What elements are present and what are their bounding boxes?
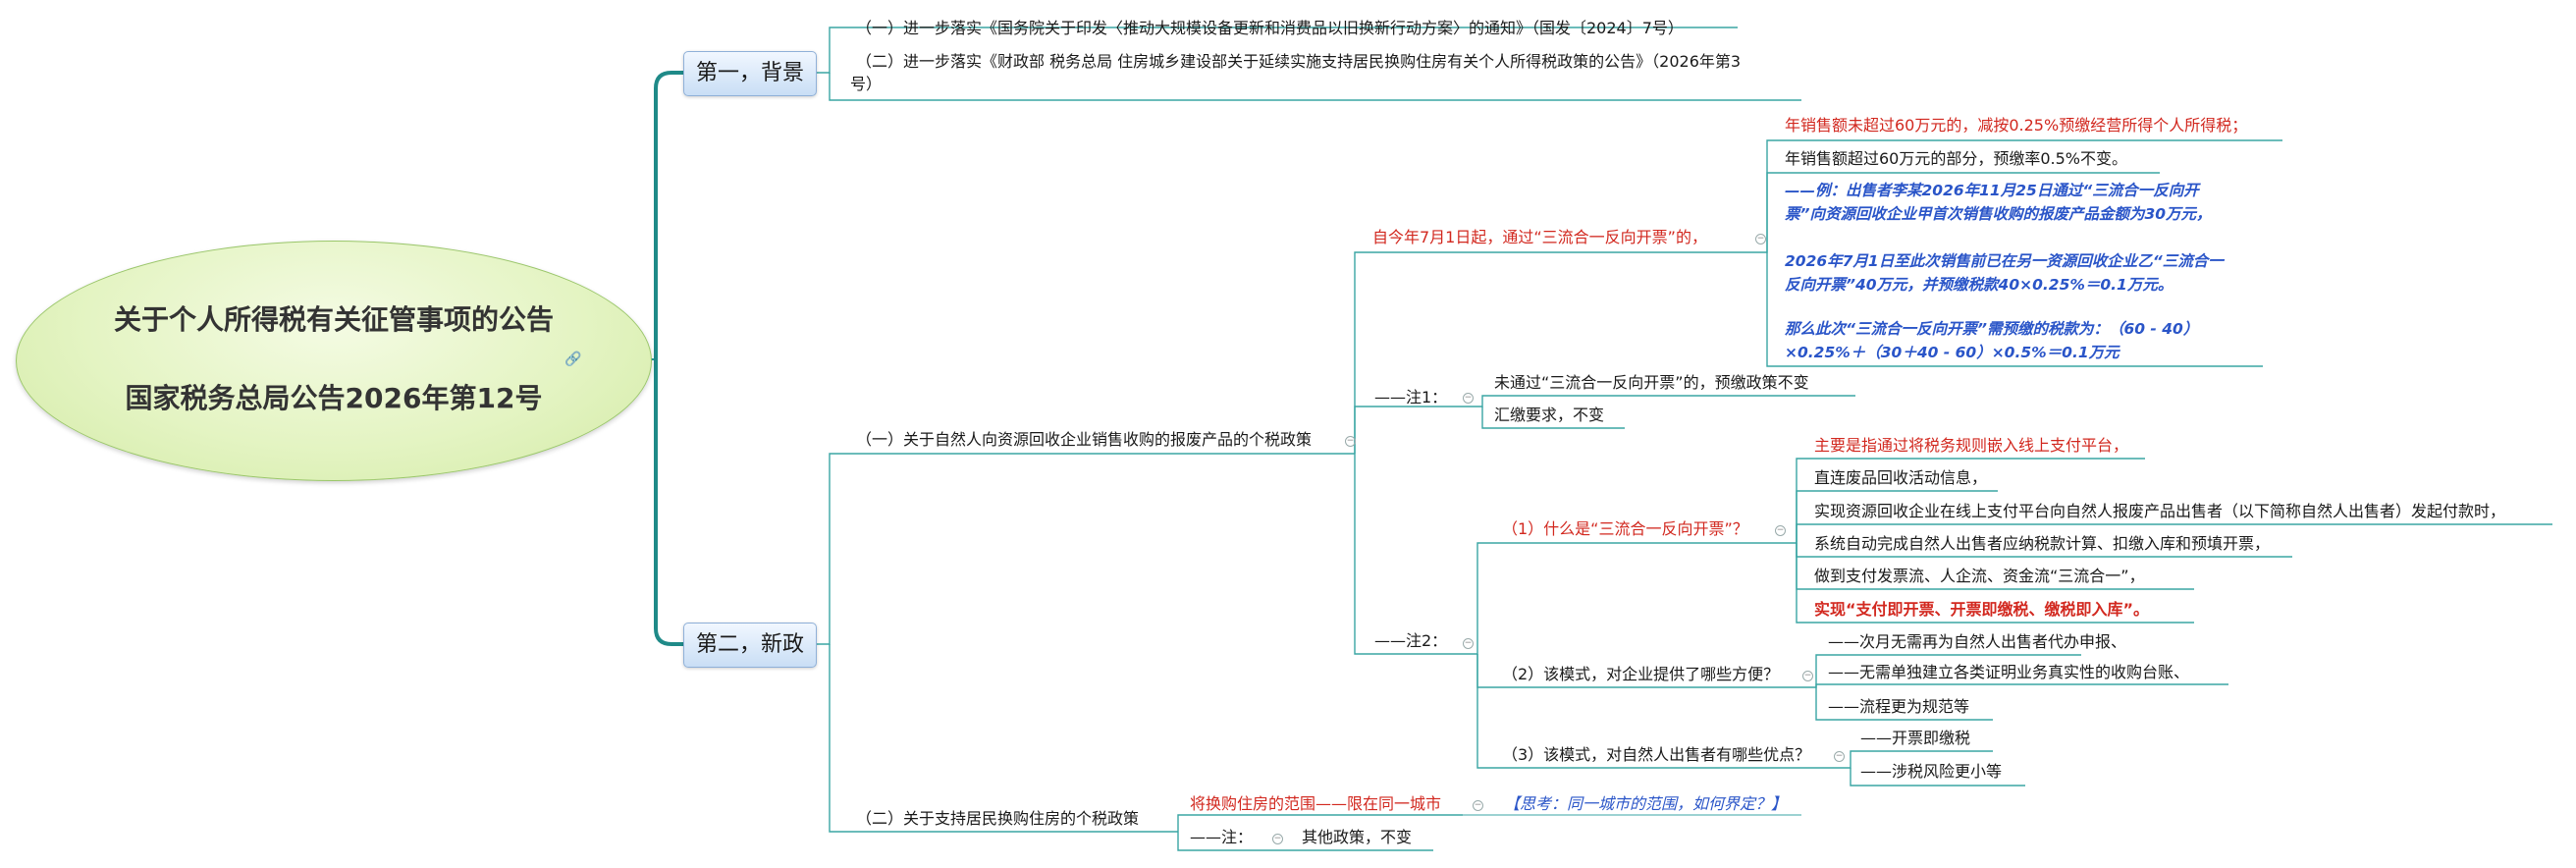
q1-item-4[interactable]: 系统自动完成自然人出售者应纳税款计算、扣缴入库和预填开票，: [1814, 534, 2270, 554]
example-line-3: 2026年7月1日至此次销售前已在另一资源回收企业乙“三流合一: [1785, 252, 2224, 270]
collapse-icon[interactable]: −: [1802, 671, 1813, 681]
collapse-icon[interactable]: −: [1755, 234, 1766, 244]
branch-new-policy[interactable]: 第二，新政: [683, 623, 818, 668]
q1-item-6[interactable]: 实现“支付即开票、开票即缴税、缴税即入库”。: [1814, 600, 2149, 620]
example-line-5: 那么此次“三流合一反向开票”需预缴的税款为：（60 - 40）: [1785, 320, 2199, 338]
branch-background-label: 第一，背景: [696, 61, 805, 85]
q3-item-1[interactable]: ——开票即缴税: [1860, 729, 1970, 748]
section2-label[interactable]: （二）关于支持居民换购住房的个税政策: [856, 809, 1139, 829]
collapse-icon[interactable]: −: [1272, 834, 1283, 844]
from-july-child-1[interactable]: 年销售额未超过60万元的，减按0.25%预缴经营所得个人所得税；: [1785, 116, 2247, 136]
root-topic[interactable]: 关于个人所得税有关征管事项的公告 国家税务总局公告2026年第12号 🔗: [16, 241, 652, 481]
from-july-label[interactable]: 自今年7月1日起，通过“三流合一反向开票”的，: [1372, 228, 1707, 247]
section2-think[interactable]: 【思考：同一城市的范围，如何界定？】: [1504, 794, 1787, 814]
collapse-icon[interactable]: −: [1775, 525, 1786, 536]
q1-label[interactable]: （1）什么是“三流合一反向开票”？: [1502, 519, 1748, 539]
example-line-1: ——例：出售者李某2026年11月25日通过“三流合一反向开: [1785, 182, 2199, 199]
note1-label[interactable]: ——注1：: [1374, 388, 1447, 407]
example-line-4: 反向开票”40万元，并预缴税款40×0.25%＝0.1万元。: [1785, 276, 2174, 294]
background-item-2[interactable]: （二）进一步落实《财政部 税务总局 住房城乡建设部关于延续实施支持居民换购住房有…: [856, 52, 1741, 72]
branch-background[interactable]: 第一，背景: [683, 51, 818, 96]
q1-item-3[interactable]: 实现资源回收企业在线上支付平台向自然人报废产品出售者（以下简称自然人出售者）发起…: [1814, 502, 2505, 521]
root-title-line2: 国家税务总局公告2026年第12号: [125, 382, 543, 414]
q1-item-2[interactable]: 直连废品回收活动信息，: [1814, 468, 1987, 488]
section2-scope[interactable]: 将换购住房的范围——限在同一城市: [1190, 794, 1441, 814]
branch-new-policy-label: 第二，新政: [696, 632, 805, 657]
q1-item-5[interactable]: 做到支付发票流、人企流、资金流“三流合一”，: [1814, 567, 2145, 586]
q3-label[interactable]: （3）该模式，对自然人出售者有哪些优点？: [1502, 745, 1810, 765]
q2-item-2[interactable]: ——无需单独建立各类证明业务真实性的收购台账、: [1828, 663, 2189, 682]
section1-label[interactable]: （一）关于自然人向资源回收企业销售收购的报废产品的个税政策: [856, 430, 1312, 450]
section2-note-text[interactable]: 其他政策，不变: [1302, 828, 1412, 847]
collapse-icon[interactable]: −: [1345, 436, 1356, 447]
q2-label[interactable]: （2）该模式，对企业提供了哪些方便？: [1502, 665, 1779, 684]
root-title-line1: 关于个人所得税有关征管事项的公告: [113, 303, 554, 336]
collapse-icon[interactable]: −: [1473, 800, 1483, 811]
example-line-2: 票”向资源回收企业甲首次销售收购的报废产品金额为30万元，: [1785, 205, 2212, 223]
section2-note-label[interactable]: ——注：: [1190, 828, 1253, 847]
q2-item-1[interactable]: ——次月无需再为自然人出售者代办申报、: [1828, 632, 2126, 652]
note1-item-1[interactable]: 未通过“三流合一反向开票”的，预缴政策不变: [1494, 373, 1809, 393]
example-line-6: ×0.25%＋（30＋40 - 60）×0.5%＝0.1万元: [1785, 344, 2120, 361]
q2-item-3[interactable]: ——流程更为规范等: [1828, 697, 1969, 717]
background-item-2-cont: 号）: [850, 75, 883, 93]
q3-item-2[interactable]: ——涉税风险更小等: [1860, 762, 2002, 782]
collapse-icon[interactable]: −: [1463, 393, 1474, 404]
background-item-1[interactable]: （一）进一步落实《国务院关于印发〈推动大规模设备更新和消费品以旧换新行动方案〉的…: [856, 19, 1684, 38]
from-july-child-2[interactable]: 年销售额超过60万元的部分，预缴率0.5%不变。: [1785, 149, 2127, 169]
link-icon[interactable]: 🔗: [564, 352, 581, 367]
collapse-icon[interactable]: −: [1834, 751, 1845, 762]
q1-item-1[interactable]: 主要是指通过将税务规则嵌入线上支付平台，: [1814, 436, 2128, 456]
note1-item-2[interactable]: 汇缴要求，不变: [1494, 406, 1604, 425]
note2-label[interactable]: ——注2：: [1374, 631, 1447, 651]
collapse-icon[interactable]: −: [1463, 638, 1474, 649]
